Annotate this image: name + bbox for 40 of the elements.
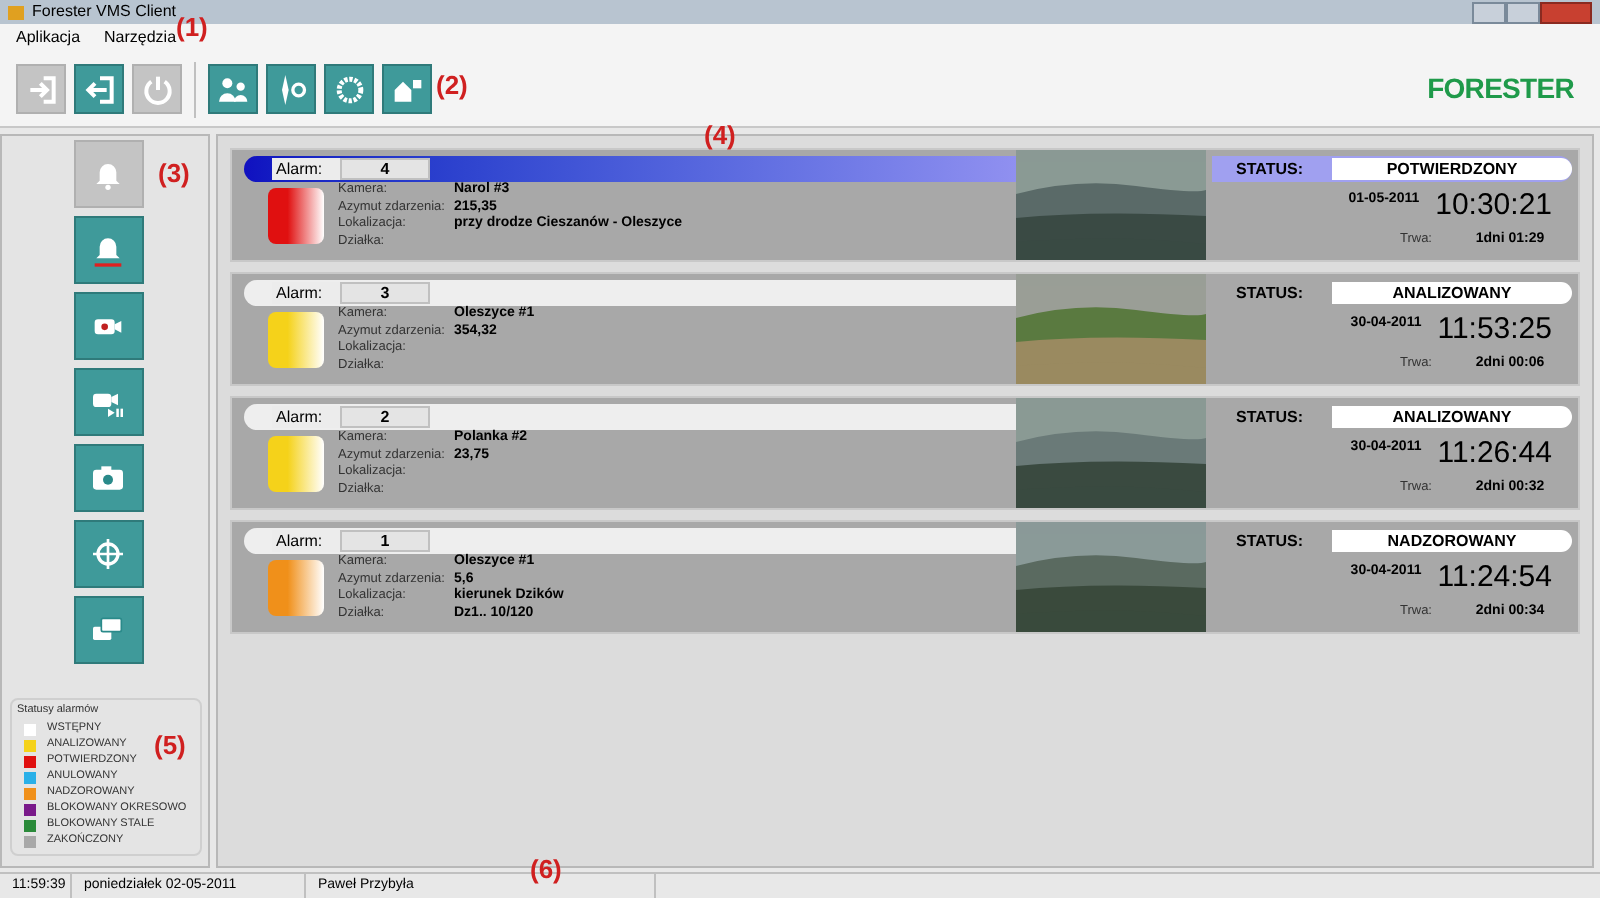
tool-button[interactable] (73, 520, 143, 588)
alarm-time: 11:53:25 (1437, 310, 1552, 350)
annotation-label: (5) (154, 732, 186, 758)
tool-button[interactable] (266, 64, 316, 114)
annotation-label: (4) (704, 122, 736, 148)
tool-button[interactable] (73, 292, 143, 360)
status-value: ANALIZOWANY (1332, 406, 1572, 428)
window-title: Forester VMS Client (32, 4, 177, 20)
alarm-number: 1 (340, 530, 430, 552)
status-value: ANALIZOWANY (1332, 282, 1572, 304)
tool-button[interactable] (382, 64, 432, 114)
tool-button[interactable] (324, 64, 374, 114)
status-label: STATUS: (1234, 405, 1305, 429)
alarm-time: 11:26:44 (1437, 434, 1552, 474)
crosshair-icon (88, 534, 128, 574)
alarm-label: Alarm: (272, 158, 340, 180)
logo: FORESTER (1427, 70, 1574, 108)
alarm-time: 11:24:54 (1437, 558, 1552, 598)
tool-button[interactable] (74, 64, 124, 114)
tool-button[interactable] (73, 368, 143, 436)
status-value: POTWIERDZONY (1332, 158, 1572, 180)
status-value: NADZOROWANY (1332, 530, 1572, 552)
status-label: STATUS: (1234, 157, 1305, 181)
alarm-number: 4 (340, 158, 430, 180)
alarm-number: 2 (340, 406, 430, 428)
menu-item[interactable]: Narzędzia (104, 30, 177, 46)
alarm-number: 3 (340, 282, 430, 304)
tool-button[interactable] (73, 444, 143, 512)
app-icon (8, 5, 24, 19)
tool-button[interactable] (73, 596, 143, 664)
alarm-time: 10:30:21 (1435, 186, 1552, 226)
annotation-label: (2) (436, 72, 468, 98)
close-button[interactable] (1540, 1, 1592, 23)
menu-item[interactable]: Aplikacja (16, 30, 81, 46)
status-label: STATUS: (1234, 281, 1305, 305)
annotation-label: (3) (158, 160, 190, 186)
tool-button[interactable] (73, 216, 143, 284)
status-label: STATUS: (1234, 529, 1305, 553)
annotation-label: (1) (176, 14, 208, 40)
tool-button[interactable] (208, 64, 258, 114)
